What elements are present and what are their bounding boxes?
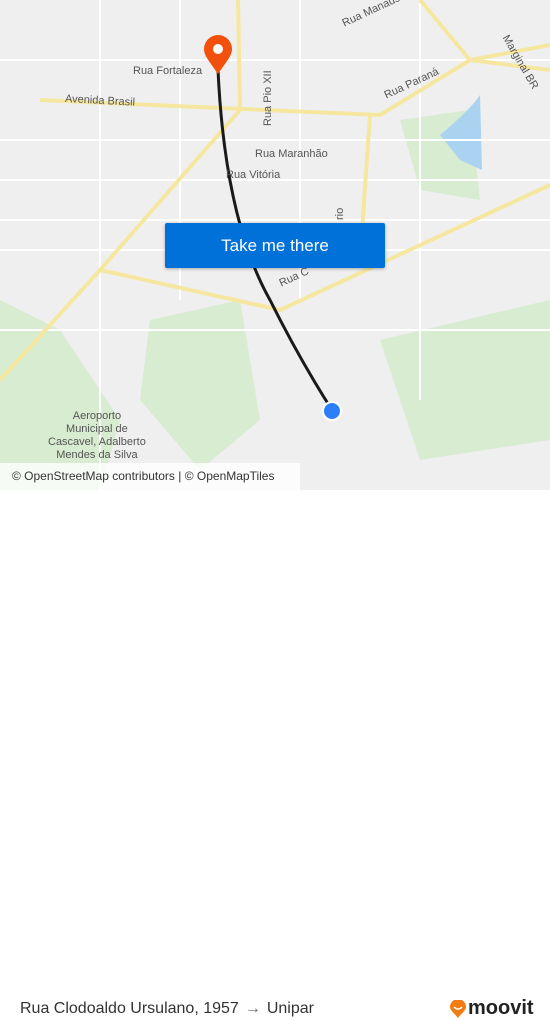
take-me-there-button[interactable]: Take me there [165,223,385,268]
origin-name: Rua Clodoaldo Ursulano, 1957 [20,1000,239,1017]
street-label: Rua Maranhão [255,148,328,160]
footer: Rua Clodoaldo Ursulano, 1957 → Unipar mo… [0,490,550,1019]
street-label: Rua Vitória [226,169,281,181]
origin-marker [322,401,342,421]
map-attribution[interactable]: © OpenStreetMap contributors | © OpenMap… [0,463,300,490]
street-label: Rua Fortaleza [133,65,203,77]
airport-label: Aeroporto Municipal de Cascavel, Adalber… [48,410,146,461]
moovit-logo: moovit [450,997,534,1020]
moovit-pin-icon [450,999,466,1018]
green-area [140,300,260,470]
green-area [380,300,550,460]
map[interactable]: Rua Manaus Marginal BR Rua Fortaleza Rua… [0,0,550,490]
destination-pin-dot [213,44,223,54]
arrow-right-icon: → [244,1000,261,1017]
street-label: rio [334,207,346,220]
street-label: Rua Pio XII [262,70,274,126]
route-summary: Rua Clodoaldo Ursulano, 1957 → Unipar [20,1000,314,1018]
destination-name: Unipar [266,1000,314,1017]
destination-pin-icon [204,35,232,74]
